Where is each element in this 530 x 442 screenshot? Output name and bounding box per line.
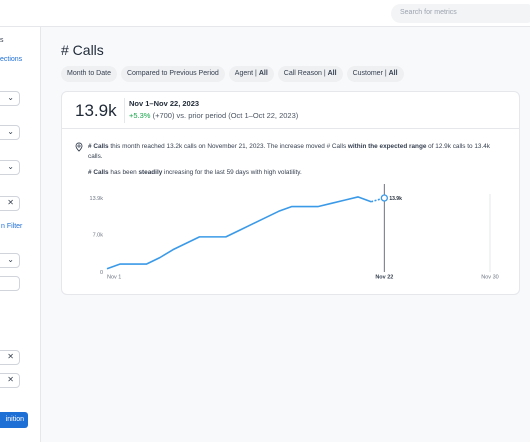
filter-chip-agent[interactable]: Agent | All (228, 66, 274, 82)
highlight-label: 13.9k (389, 196, 402, 202)
y-tick-label: 0 (100, 270, 103, 276)
sidebar-sections-link[interactable]: ections (0, 56, 22, 63)
series-line (106, 196, 372, 270)
x-tick-label: Nov 1 (107, 275, 121, 281)
sidebar: s ections ⌄ ⌄ ⌄ ✕ n Filter ⌄ ✕ ✕ inition (0, 27, 41, 442)
filter-chip-call-reason[interactable]: Call Reason | All (277, 66, 343, 82)
top-bar: Search for metrics (0, 0, 530, 27)
sidebar-clear-button[interactable]: ✕ (0, 373, 20, 388)
x-tick-label: Nov 30 (481, 275, 498, 281)
filter-chip-period[interactable]: Month to Date (61, 66, 117, 82)
highlight-point (380, 194, 388, 202)
metric-card: 13.9k Nov 1–Nov 22, 2023 +5.3% (+700) vs… (61, 91, 520, 295)
sidebar-select-2[interactable]: ⌄ (0, 125, 20, 140)
line-chart: 0 7.0k 13.9k Nov 1 Nov 22 Nov 30 13.9k (90, 184, 499, 281)
sidebar-clear-button[interactable]: ✕ (0, 350, 20, 365)
page-title: # Calls (61, 42, 104, 58)
sidebar-clear-button[interactable]: ✕ (0, 196, 20, 211)
sidebar-input[interactable] (0, 276, 20, 291)
sidebar-select-3[interactable]: ⌄ (0, 160, 20, 175)
search-input[interactable]: Search for metrics (391, 4, 530, 23)
filter-bar: Month to Date Compared to Previous Perio… (61, 66, 404, 82)
y-tick-label: 7.0k (93, 233, 104, 239)
sidebar-select-1[interactable]: ⌄ (0, 91, 20, 106)
filter-chip-comparison[interactable]: Compared to Previous Period (120, 66, 225, 82)
definition-button[interactable]: inition (0, 412, 28, 428)
filter-chip-customer[interactable]: Customer | All (346, 66, 404, 82)
sidebar-label: s (0, 37, 4, 44)
x-tick-label: Nov 22 (375, 275, 393, 281)
sidebar-filter-link[interactable]: n Filter (1, 223, 22, 230)
y-tick-label: 13.9k (90, 196, 104, 202)
sidebar-select-4[interactable]: ⌄ (0, 253, 20, 268)
